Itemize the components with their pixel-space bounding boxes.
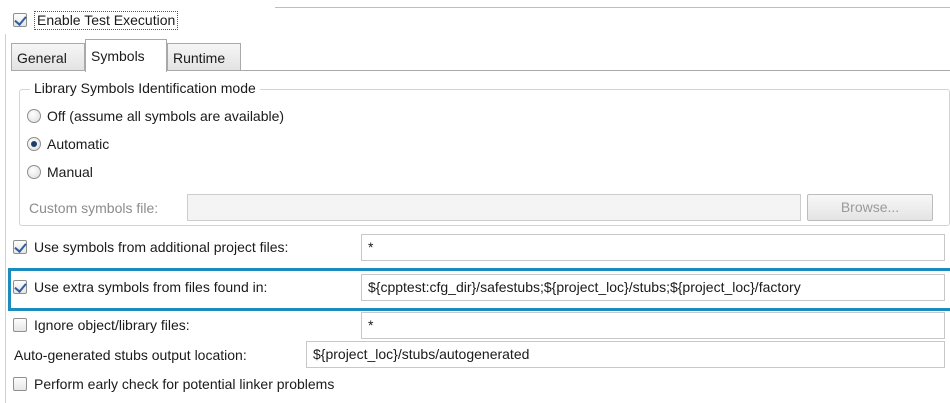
tab-symbols-label: Symbols [91,48,145,64]
enable-test-execution-label[interactable]: Enable Test Execution [34,11,179,30]
separator-line [275,7,950,8]
auto-stubs-location-input[interactable]: ${project_loc}/stubs/autogenerated [306,341,945,368]
ignore-object-files-input[interactable]: * [361,312,945,339]
browse-button[interactable]: Browse... [807,194,933,221]
tab-runtime-label: Runtime [173,50,226,66]
extra-symbols-label[interactable]: Use extra symbols from files found in: [34,278,267,296]
tab-general-label: General [17,50,67,66]
additional-project-files-checkbox[interactable] [13,240,27,254]
extra-symbols-checkbox[interactable] [13,280,27,294]
early-linker-check-checkbox[interactable] [13,377,27,391]
auto-stubs-location-label: Auto-generated stubs output location: [14,347,247,363]
additional-project-files-input[interactable]: * [361,234,945,261]
radio-off[interactable] [27,109,41,123]
radio-off-label[interactable]: Off (assume all symbols are available) [47,107,284,125]
radio-manual[interactable] [27,165,41,179]
ignore-object-files-checkbox[interactable] [13,318,27,332]
custom-symbols-label: Custom symbols file: [29,200,159,216]
panel-border [5,34,6,403]
tab-symbols[interactable]: Symbols [85,39,167,72]
library-mode-title: Library Symbols Identification mode [30,79,260,97]
radio-automatic-label[interactable]: Automatic [47,135,109,153]
radio-automatic[interactable] [27,137,41,151]
tab-runtime[interactable]: Runtime [167,43,241,71]
radio-manual-label[interactable]: Manual [47,163,93,181]
additional-project-files-label[interactable]: Use symbols from additional project file… [34,238,288,256]
custom-symbols-input[interactable] [187,194,801,221]
early-linker-check-label[interactable]: Perform early check for potential linker… [34,375,334,393]
tab-general[interactable]: General [11,43,85,71]
enable-test-execution-checkbox[interactable] [13,13,27,27]
extra-symbols-input[interactable]: ${cpptest:cfg_dir}/safestubs;${project_l… [361,274,945,301]
ignore-object-files-label[interactable]: Ignore object/library files: [34,316,190,334]
